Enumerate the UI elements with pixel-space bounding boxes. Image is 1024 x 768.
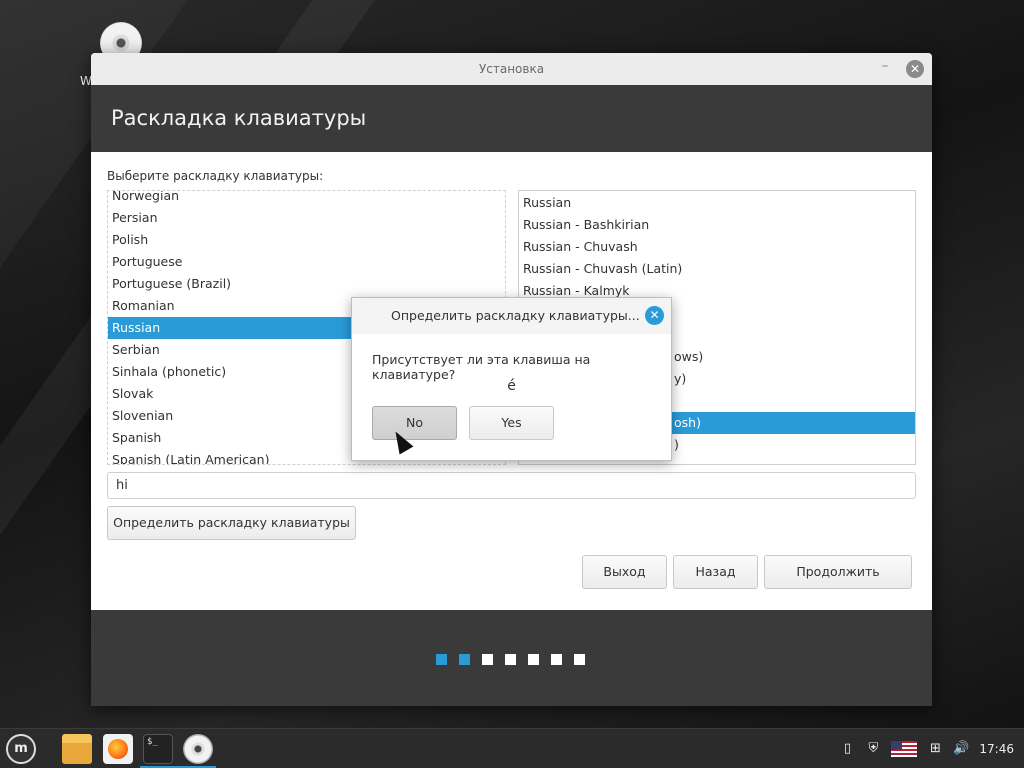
dialog-key-char: é	[507, 378, 516, 394]
yes-button[interactable]: Yes	[469, 406, 554, 440]
progress-dot	[574, 654, 585, 665]
installer-disc-icon[interactable]	[183, 734, 213, 764]
volume-icon[interactable]: 🔊	[953, 741, 969, 757]
terminal-icon[interactable]: $_	[143, 734, 173, 764]
page-title: Раскладка клавиатуры	[91, 85, 932, 152]
variant-list-item[interactable]: Russian	[519, 192, 915, 214]
network-icon[interactable]: ⊞	[927, 741, 943, 757]
dialog-title: Определить раскладку клавиатуры...	[352, 298, 671, 334]
progress-dot	[505, 654, 516, 665]
progress-dot	[551, 654, 562, 665]
taskbar: m $_ ▯ ⛨ ⊞ 🔊 17:46	[0, 728, 1024, 768]
us-flag-icon[interactable]	[891, 741, 918, 757]
layout-list-item[interactable]: Polish	[108, 229, 505, 251]
progress-dot	[459, 654, 470, 665]
window-titlebar[interactable]: Установка – ✕	[91, 53, 932, 85]
clipboard-icon[interactable]: ▯	[839, 741, 855, 757]
variant-list-item[interactable]: Russian - Bashkirian	[519, 214, 915, 236]
system-tray: ▯ ⛨ ⊞ 🔊 17:46	[839, 729, 1014, 768]
progress-dot	[528, 654, 539, 665]
detect-layout-button[interactable]: Определить раскладку клавиатуры	[107, 506, 356, 540]
layout-list-item[interactable]: Norwegian	[108, 191, 505, 207]
layout-list-item[interactable]: Persian	[108, 207, 505, 229]
no-button[interactable]: No	[372, 406, 457, 440]
shield-icon[interactable]: ⛨	[865, 741, 881, 757]
window-title: Установка	[478, 62, 545, 76]
back-button[interactable]: Назад	[673, 555, 758, 589]
test-input-field[interactable]: hi	[107, 472, 916, 499]
firefox-icon[interactable]	[103, 734, 133, 764]
layout-prompt: Выберите раскладку клавиатуры:	[107, 169, 324, 183]
folder-icon[interactable]	[62, 734, 92, 764]
progress-footer	[91, 610, 932, 706]
progress-dot	[482, 654, 493, 665]
mint-menu-icon[interactable]: m	[6, 734, 36, 764]
progress-dot	[436, 654, 447, 665]
layout-list-item[interactable]: Portuguese	[108, 251, 505, 273]
close-icon[interactable]: ✕	[906, 60, 924, 78]
continue-button[interactable]: Продолжить	[764, 555, 912, 589]
variant-list-item[interactable]: Russian - Chuvash (Latin)	[519, 258, 915, 280]
layout-list-item[interactable]: Portuguese (Brazil)	[108, 273, 505, 295]
clock[interactable]: 17:46	[979, 742, 1014, 756]
quit-button[interactable]: Выход	[582, 555, 667, 589]
minimize-icon[interactable]: –	[878, 59, 892, 75]
progress-dots	[436, 654, 585, 665]
variant-list-item[interactable]: Russian - Chuvash	[519, 236, 915, 258]
dialog-close-icon[interactable]: ✕	[645, 306, 664, 325]
